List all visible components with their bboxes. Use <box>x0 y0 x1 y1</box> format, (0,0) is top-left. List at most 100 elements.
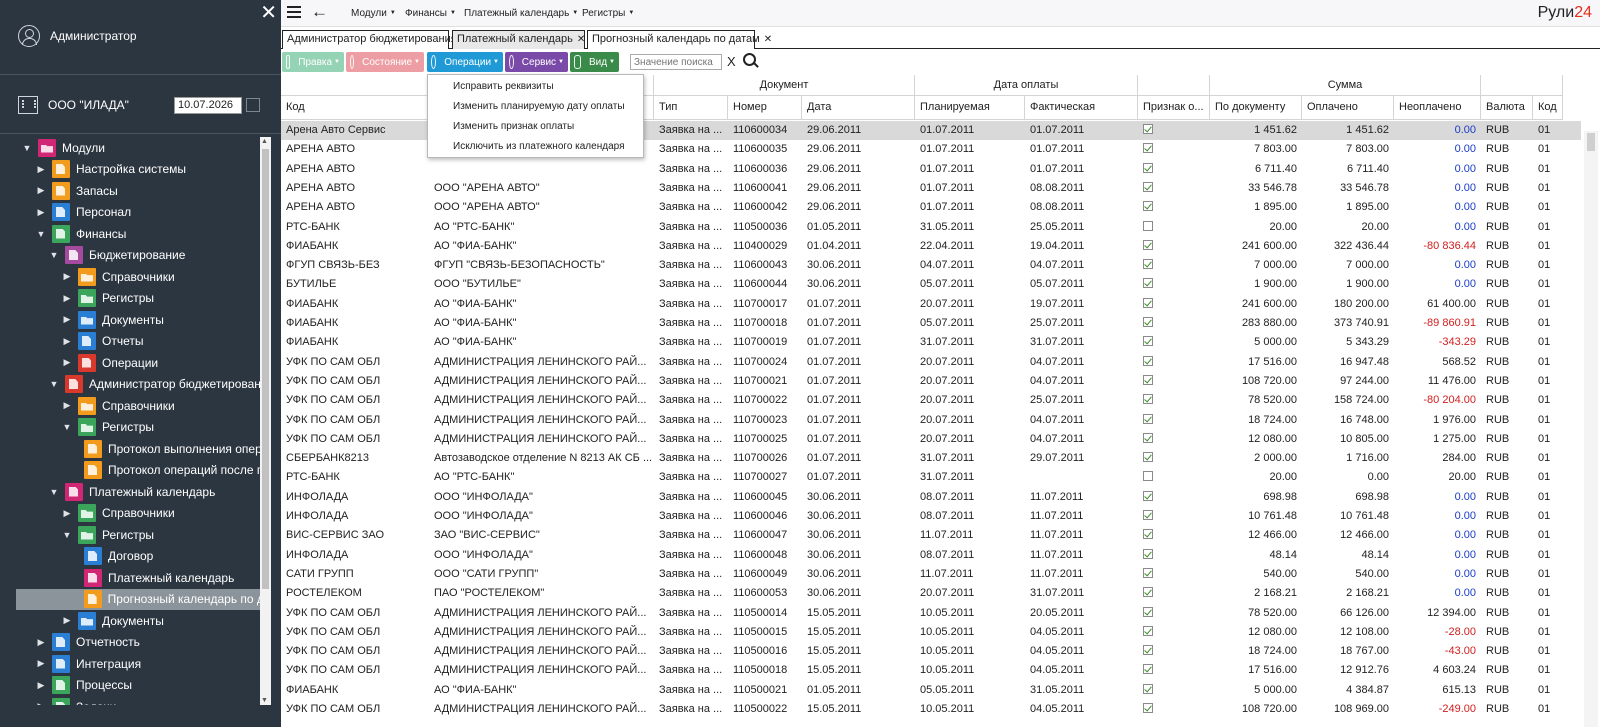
chevron-right-icon[interactable]: ▶ <box>36 680 46 691</box>
menu-change-planned-date[interactable]: Изменить планируемую дату оплаты <box>453 101 625 112</box>
tree-node[interactable]: ▶ Документы <box>62 309 164 330</box>
table-row[interactable]: ФИАБАНК АО "ФИА-БАНК" Заявка на ... 1104000… <box>281 237 1581 256</box>
menu-registers[interactable]: Регистры ▼ <box>582 8 634 19</box>
chevron-right-icon[interactable]: ▶ <box>36 207 46 218</box>
table-row[interactable]: ФГУП СВЯЗЬ-БЕЗ ФГУП "СВЯЗЬ-БЕЗОПАСНОСТЬ" З… <box>281 256 1581 275</box>
table-row[interactable]: ФИАБАНК АО "ФИА-БАНК" Заявка на ... 1105000… <box>281 681 1581 700</box>
user-row[interactable]: Администратор <box>18 24 137 48</box>
chevron-down-icon[interactable]: ▼ <box>62 422 72 432</box>
checkbox[interactable] <box>1143 124 1153 134</box>
column-header[interactable]: Тип <box>654 96 728 120</box>
chevron-right-icon[interactable]: ▶ <box>62 336 72 347</box>
checkbox[interactable] <box>1143 317 1153 327</box>
checkbox[interactable] <box>1143 162 1153 173</box>
checkbox[interactable] <box>1143 490 1153 501</box>
state-button[interactable]: Состояние ▼ <box>346 52 424 72</box>
table-row[interactable]: УФК ПО САМ ОБЛ АДМИНИСТРАЦИЯ ЛЕНИНСКОГО Р… <box>281 700 1581 719</box>
tab-budget-admin[interactable]: Администратор бюджетирования <box>282 30 457 49</box>
chevron-down-icon[interactable]: ▼ <box>49 487 59 497</box>
tree-node[interactable]: Протокол операций после проведения <box>76 460 270 481</box>
checkbox[interactable] <box>1143 259 1153 270</box>
chevron-right-icon[interactable]: ▶ <box>36 701 46 705</box>
column-header[interactable]: По документу <box>1210 96 1302 120</box>
tree-node[interactable]: ▶ Регистры <box>62 288 154 309</box>
scroll-thumb[interactable] <box>262 149 269 589</box>
table-row[interactable]: РОСТЕЛЕКОМ ПАО "РОСТЕЛЕКОМ" Заявка на ... 1… <box>281 584 1581 603</box>
table-row[interactable]: УФК ПО САМ ОБЛ АДМИНИСТРАЦИЯ ЛЕНИНСКОГО Р… <box>281 604 1581 623</box>
close-tab-icon[interactable]: ✕ <box>577 34 585 45</box>
close-tab-icon[interactable]: ✕ <box>764 34 772 45</box>
menu-exclude-from-calendar[interactable]: Исключить из платежного календаря <box>453 141 625 152</box>
menu-modules[interactable]: Модули ▼ <box>351 8 396 19</box>
tree-node[interactable]: Платежный календарь <box>76 567 234 588</box>
tree-node[interactable]: ▼ Платежный календарь <box>49 481 215 502</box>
chevron-right-icon[interactable]: ▶ <box>62 357 72 368</box>
checkbox[interactable] <box>1143 413 1153 424</box>
table-row[interactable]: САТИ ГРУПП ООО "САТИ ГРУПП" Заявка на ... 1… <box>281 565 1581 584</box>
checkbox[interactable] <box>1143 587 1153 598</box>
tree-node[interactable]: ▼ Модули <box>22 137 105 158</box>
tree-node[interactable]: Прогнозный календарь по датам <box>16 588 260 610</box>
column-header[interactable]: Фактическая <box>1025 96 1138 120</box>
date-field[interactable]: 10.07.2026 <box>174 96 242 114</box>
checkbox[interactable] <box>1143 510 1153 520</box>
close-sidebar-icon[interactable]: ✕ <box>260 2 277 24</box>
tree-node[interactable]: ▼ Администратор бюджетирования <box>49 374 270 395</box>
tree-node[interactable]: ▶ Справочники <box>62 266 175 287</box>
tree-node[interactable]: ▶ Операции <box>62 352 158 373</box>
table-row[interactable]: БУТИЛЬЕ ООО "БУТИЛЬЕ" Заявка на ... 1106000… <box>281 275 1581 294</box>
calendar-icon[interactable] <box>246 98 260 112</box>
column-header[interactable]: Дата <box>802 96 915 120</box>
operations-button[interactable]: Операции ▼ <box>427 52 503 72</box>
table-row[interactable]: УФК ПО САМ ОБЛ АДМИНИСТРАЦИЯ ЛЕНИНСКОГО Р… <box>281 430 1581 449</box>
checkbox[interactable] <box>1143 645 1153 656</box>
checkbox[interactable] <box>1143 529 1153 540</box>
scroll-thumb[interactable] <box>1587 133 1595 151</box>
checkbox[interactable] <box>1143 374 1153 385</box>
menu-change-payment-flag[interactable]: Изменить признак оплаты <box>453 121 574 132</box>
chevron-right-icon[interactable]: ▶ <box>62 314 72 325</box>
checkbox[interactable] <box>1143 452 1153 463</box>
chevron-right-icon[interactable]: ▶ <box>62 400 72 411</box>
search-icon[interactable] <box>743 53 756 66</box>
table-row[interactable]: СБЕРБАНК8213 Автозаводское отделение N 82… <box>281 449 1581 468</box>
tab-payment-calendar[interactable]: Платежный календарь ✕ <box>452 30 585 49</box>
table-row[interactable]: ФИАБАНК АО "ФИА-БАНК" Заявка на ... 1107000… <box>281 314 1581 333</box>
table-row[interactable]: ФИАБАНК АО "ФИА-БАНК" Заявка на ... 1107000… <box>281 295 1581 314</box>
table-row[interactable]: УФК ПО САМ ОБЛ АДМИНИСТРАЦИЯ ЛЕНИНСКОГО Р… <box>281 391 1581 410</box>
table-row[interactable]: ИНФОЛАДА ООО "ИНФОЛАДА" Заявка на ... 11060… <box>281 546 1581 565</box>
column-header[interactable]: Неоплачено <box>1394 96 1481 120</box>
tree-node[interactable]: Протокол выполнения операций <box>76 438 270 459</box>
checkbox[interactable] <box>1143 548 1153 559</box>
tree-node[interactable]: ▶ Запасы <box>36 180 118 201</box>
edit-button[interactable]: Правка ▼ <box>282 52 344 72</box>
table-row[interactable]: УФК ПО САМ ОБЛ АДМИНИСТРАЦИЯ ЛЕНИНСКОГО Р… <box>281 372 1581 391</box>
back-arrow-icon[interactable]: ← <box>311 2 328 22</box>
tab-forecast-calendar[interactable]: Прогнозный календарь по датам ✕ <box>587 30 772 49</box>
table-row[interactable]: УФК ПО САМ ОБЛ АДМИНИСТРАЦИЯ ЛЕНИНСКОГО Р… <box>281 661 1581 680</box>
search-input[interactable] <box>630 54 722 70</box>
grid-scrollbar[interactable] <box>1584 131 1598 727</box>
column-header[interactable]: Планируемая <box>915 96 1025 120</box>
checkbox[interactable] <box>1143 394 1153 405</box>
tree-node[interactable]: ▼ Регистры <box>62 417 154 438</box>
service-button[interactable]: Сервис ▼ <box>505 52 568 72</box>
checkbox[interactable] <box>1143 355 1153 366</box>
chevron-right-icon[interactable]: ▶ <box>62 293 72 304</box>
tree-node[interactable]: ▶ Отчеты <box>62 331 143 352</box>
tree-node[interactable]: ▶ Задачи <box>36 696 116 705</box>
table-row[interactable]: АРЕНА АВТО ООО "АРЕНА АВТО" Заявка на ... 1… <box>281 198 1581 217</box>
chevron-right-icon[interactable]: ▶ <box>62 508 72 519</box>
view-button[interactable]: Вид ▼ <box>570 52 619 72</box>
chevron-down-icon[interactable]: ▼ <box>49 250 59 260</box>
menu-fix-details[interactable]: Исправить реквизиты <box>453 81 554 92</box>
chevron-right-icon[interactable]: ▶ <box>36 637 46 648</box>
table-row[interactable]: УФК ПО САМ ОБЛ АДМИНИСТРАЦИЯ ЛЕНИНСКОГО Р… <box>281 353 1581 372</box>
checkbox[interactable] <box>1143 432 1153 443</box>
chevron-right-icon[interactable]: ▶ <box>36 658 46 669</box>
checkbox[interactable] <box>1143 220 1153 231</box>
clear-search-icon[interactable]: X <box>727 54 736 69</box>
tree-node[interactable]: Договор <box>76 546 153 567</box>
checkbox[interactable] <box>1143 471 1153 482</box>
tree-node[interactable]: ▶ Персонал <box>36 202 131 223</box>
